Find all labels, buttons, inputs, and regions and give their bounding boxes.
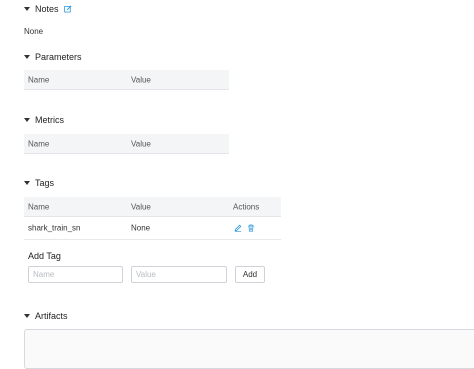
notes-title: Notes (35, 4, 59, 14)
artifacts-title: Artifacts (35, 311, 68, 321)
caret-down-icon (24, 7, 30, 11)
metrics-table: Name Value (24, 134, 229, 154)
edit-icon[interactable] (234, 224, 242, 232)
tags-table-header: Name Value Actions (24, 197, 281, 217)
metrics-title: Metrics (35, 115, 64, 125)
tags-section-header[interactable]: Tags (24, 178, 54, 188)
parameters-section-header[interactable]: Parameters (24, 52, 82, 62)
column-header-value: Value (131, 75, 151, 84)
tags-title: Tags (35, 178, 55, 188)
caret-down-icon (24, 55, 30, 59)
column-header-name: Name (28, 202, 50, 211)
trash-icon[interactable] (247, 224, 255, 232)
metrics-section-header[interactable]: Metrics (24, 115, 64, 125)
column-header-actions: Actions (233, 202, 260, 211)
notes-section-header[interactable]: Notes (24, 4, 72, 14)
add-tag-button[interactable]: Add (235, 266, 265, 283)
artifacts-section-header[interactable]: Artifacts (24, 311, 68, 321)
tags-table: Name Value Actions shark_train_sn None (24, 197, 281, 240)
tag-value: None (131, 223, 151, 233)
notes-value: None (24, 27, 44, 36)
add-tag-title: Add Tag (28, 251, 61, 261)
column-header-name: Name (28, 139, 50, 148)
caret-down-icon (24, 118, 30, 122)
caret-down-icon (24, 314, 30, 318)
edit-icon[interactable] (63, 5, 72, 13)
parameters-table: Name Value (24, 70, 229, 90)
parameters-title: Parameters (35, 52, 82, 62)
caret-down-icon (24, 181, 30, 185)
tag-name: shark_train_sn (28, 223, 81, 233)
tag-name-input[interactable] (28, 266, 123, 283)
artifacts-panel[interactable] (24, 329, 474, 369)
table-row: shark_train_sn None (24, 217, 281, 240)
parameters-table-header: Name Value (24, 70, 229, 90)
tag-value-input[interactable] (131, 266, 227, 283)
column-header-name: Name (28, 75, 50, 84)
column-header-value: Value (131, 202, 151, 211)
column-header-value: Value (131, 139, 151, 148)
metrics-table-header: Name Value (24, 134, 229, 154)
